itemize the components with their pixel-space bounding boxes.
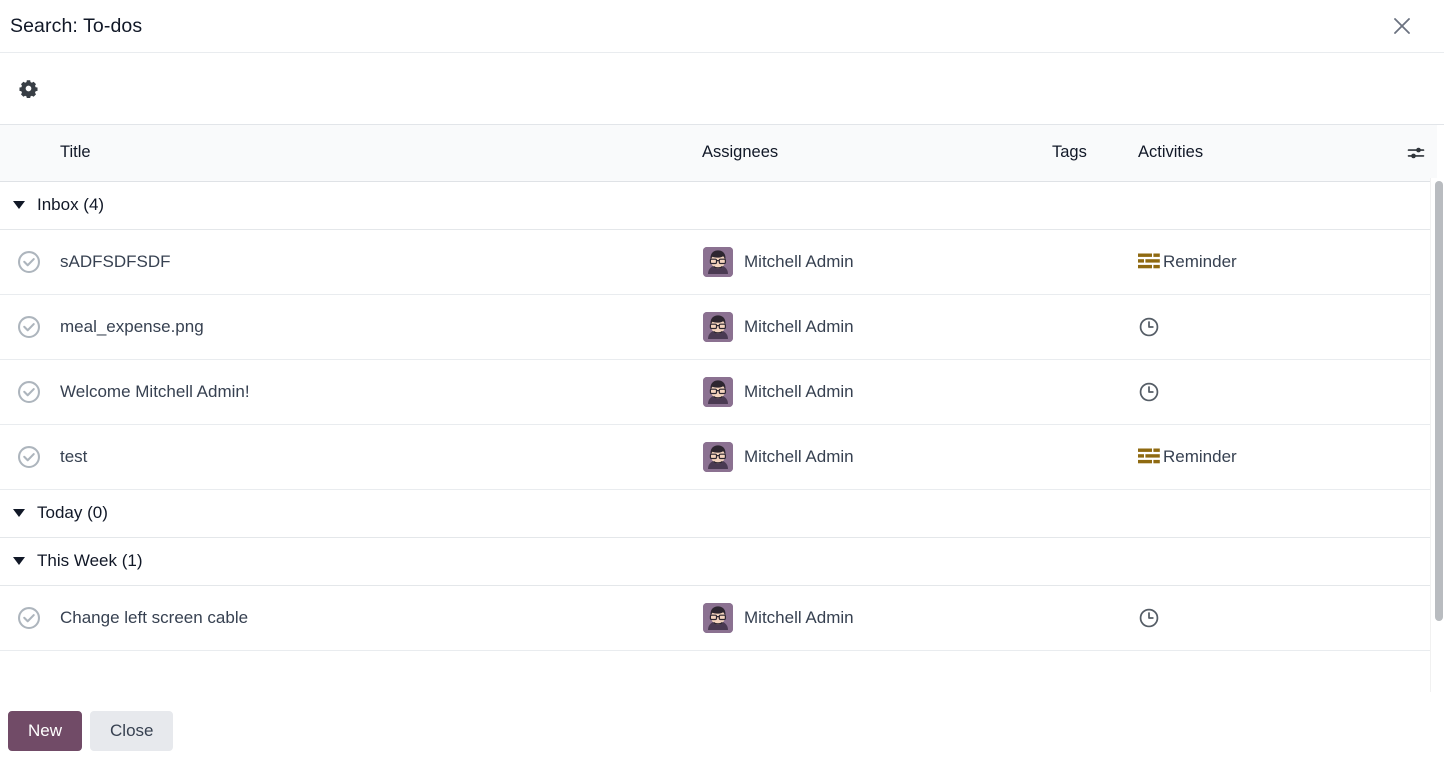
cell-title[interactable]: test — [58, 424, 700, 490]
check-circle-icon[interactable] — [0, 314, 58, 340]
cell-assignees[interactable]: Mitchell Admin — [700, 294, 1050, 360]
row-title: meal_expense.png — [60, 316, 204, 336]
assignee-name: Mitchell Admin — [744, 251, 854, 271]
todo-list-table: Title Assignees Tags Activities Inbox (4… — [0, 125, 1437, 651]
activity-label: Reminder — [1163, 251, 1237, 271]
reminder-list-icon[interactable] — [1138, 448, 1160, 466]
cell-activities[interactable]: Reminder — [1136, 424, 1394, 490]
row-state-cell — [0, 294, 58, 360]
cell-tags[interactable] — [1050, 229, 1136, 295]
caret-down-icon — [13, 201, 25, 209]
check-circle-icon[interactable] — [0, 605, 58, 631]
assignee-name: Mitchell Admin — [744, 381, 854, 401]
cell-title[interactable]: Welcome Mitchell Admin! — [58, 359, 700, 425]
cell-activities[interactable] — [1136, 294, 1394, 360]
check-circle-icon[interactable] — [0, 249, 58, 275]
sliders-icon[interactable] — [1394, 143, 1437, 163]
cell-activities[interactable] — [1136, 359, 1394, 425]
scrollbar-thumb[interactable] — [1435, 181, 1443, 621]
group-header-cell: Today (0) — [0, 489, 1437, 538]
avatar — [703, 311, 733, 342]
row-state-cell — [0, 424, 58, 490]
reminder-list-icon[interactable] — [1138, 253, 1160, 271]
activity-label: Reminder — [1163, 446, 1237, 466]
group-label: This Week (1) — [37, 551, 143, 570]
cell-assignees[interactable]: Mitchell Admin — [700, 229, 1050, 295]
column-header-select — [0, 125, 58, 182]
close-button[interactable]: Close — [90, 711, 174, 751]
column-header-title[interactable]: Title — [58, 125, 700, 182]
list-scroll-area: Title Assignees Tags Activities Inbox (4… — [0, 125, 1444, 692]
page-title: Search: To-dos — [10, 14, 143, 37]
avatar — [703, 246, 733, 277]
group-toggle[interactable]: This Week (1) — [0, 551, 1437, 571]
cell-tags[interactable] — [1050, 585, 1136, 651]
column-header-optional — [1394, 125, 1437, 182]
group-header-row[interactable]: This Week (1) — [0, 537, 1437, 586]
assignee-name: Mitchell Admin — [744, 607, 854, 627]
column-header-activities[interactable]: Activities — [1136, 125, 1394, 182]
group-header-cell: Inbox (4) — [0, 181, 1437, 230]
table-header: Title Assignees Tags Activities — [0, 125, 1437, 182]
search-todos-dialog: Search: To-dos Search... Title Assignees… — [0, 0, 1444, 769]
cell-activities[interactable] — [1136, 585, 1394, 651]
group-toggle[interactable]: Today (0) — [0, 503, 1437, 523]
cell-title[interactable]: Change left screen cable — [58, 585, 700, 651]
new-button[interactable]: New — [8, 711, 83, 751]
cell-title[interactable]: sADFSDFSDF — [58, 229, 700, 295]
column-header-tags-label: Tags — [1052, 143, 1087, 162]
caret-down-icon — [13, 557, 25, 565]
avatar — [703, 376, 733, 407]
close-icon[interactable] — [1384, 8, 1420, 44]
cell-title[interactable]: meal_expense.png — [58, 294, 700, 360]
cell-tags[interactable] — [1050, 359, 1136, 425]
column-header-activities-label: Activities — [1138, 143, 1204, 162]
control-panel: Open ✕ 1-7 / 7 — [0, 52, 1444, 178]
clock-icon[interactable] — [1138, 381, 1160, 403]
clock-icon[interactable] — [1138, 607, 1160, 629]
cell-assignees[interactable]: Mitchell Admin — [700, 424, 1050, 490]
caret-down-icon — [13, 509, 25, 517]
row-title: test — [60, 446, 88, 466]
gear-icon[interactable] — [11, 72, 45, 106]
column-header-tags[interactable]: Tags — [1050, 125, 1136, 182]
cell-assignees[interactable]: Mitchell Admin — [700, 359, 1050, 425]
table-row[interactable]: test Mitchell Admin Reminder — [0, 424, 1437, 490]
table-row[interactable]: meal_expense.png Mitchell Admin — [0, 294, 1437, 360]
avatar — [703, 602, 733, 633]
assignee-name: Mitchell Admin — [744, 446, 854, 466]
row-state-cell — [0, 585, 58, 651]
check-circle-icon[interactable] — [0, 379, 58, 405]
row-state-cell — [0, 359, 58, 425]
row-title: Welcome Mitchell Admin! — [60, 381, 250, 401]
column-header-title-label: Title — [60, 143, 91, 162]
cell-activities[interactable]: Reminder — [1136, 229, 1394, 295]
row-state-cell — [0, 229, 58, 295]
vertical-scrollbar[interactable] — [1430, 178, 1444, 692]
row-title: Change left screen cable — [60, 607, 249, 627]
dialog-header: Search: To-dos — [0, 0, 1444, 52]
table-row[interactable]: Welcome Mitchell Admin! Mitchell Admin — [0, 359, 1437, 425]
row-title: sADFSDFSDF — [60, 251, 171, 271]
assignee-name: Mitchell Admin — [744, 316, 854, 336]
group-toggle[interactable]: Inbox (4) — [0, 195, 1437, 215]
column-header-assignees[interactable]: Assignees — [700, 125, 1050, 182]
table-row[interactable]: sADFSDFSDF Mitchell Admin Reminder — [0, 229, 1437, 295]
cell-assignees[interactable]: Mitchell Admin — [700, 585, 1050, 651]
table-body: Inbox (4) sADFSDFSDF Mitchell Admin Reminde… — [0, 181, 1437, 651]
group-header-row[interactable]: Inbox (4) — [0, 181, 1437, 230]
group-label: Today (0) — [37, 503, 108, 522]
group-header-cell: This Week (1) — [0, 537, 1437, 586]
avatar — [703, 441, 733, 472]
cell-tags[interactable] — [1050, 294, 1136, 360]
table-row[interactable]: Change left screen cable Mitchell Admin — [0, 585, 1437, 651]
clock-icon[interactable] — [1138, 316, 1160, 338]
cell-tags[interactable] — [1050, 424, 1136, 490]
dialog-footer: New Close — [0, 692, 1444, 769]
check-circle-icon[interactable] — [0, 444, 58, 470]
group-header-row[interactable]: Today (0) — [0, 489, 1437, 538]
column-header-assignees-label: Assignees — [702, 143, 779, 162]
group-label: Inbox (4) — [37, 195, 105, 214]
